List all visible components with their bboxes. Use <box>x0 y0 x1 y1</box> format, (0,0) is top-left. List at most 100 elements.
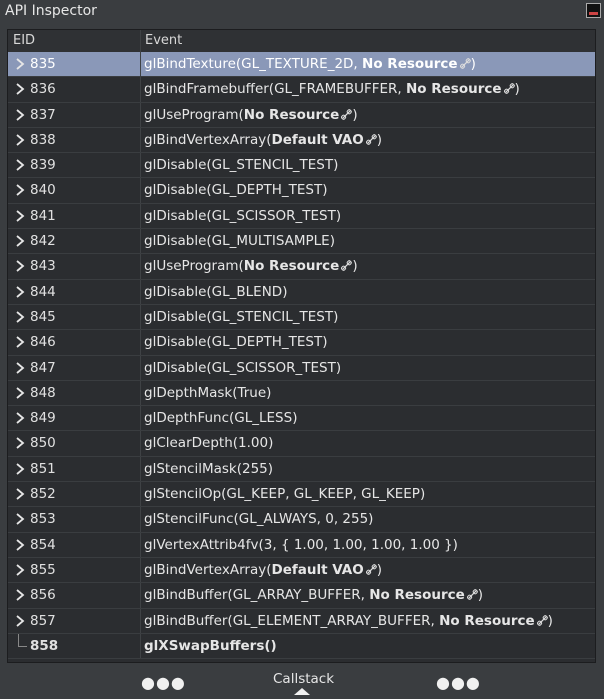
row-eid: 842 <box>30 233 56 250</box>
table-row[interactable]: 849 glDepthFunc(GL_LESS) <box>8 406 595 432</box>
row-event: glDisable(GL_STENCIL_TEST) <box>144 309 338 325</box>
table-row[interactable]: 853 glStencilFunc(GL_ALWAYS, 0, 255) <box>8 507 595 533</box>
row-eid: 847 <box>30 359 56 376</box>
table-row[interactable]: 851 glStencilMask(255) <box>8 456 595 483</box>
column-separator <box>140 203 141 229</box>
row-event: glUseProgram(No Resource) <box>144 258 358 274</box>
chevron-right-icon[interactable] <box>14 183 26 197</box>
chevron-right-icon[interactable] <box>14 108 26 122</box>
table-row[interactable]: 844 glDisable(GL_BLEND) <box>8 279 595 305</box>
table-row[interactable]: 840 glDisable(GL_DEPTH_TEST) <box>8 178 595 204</box>
link-icon[interactable] <box>459 57 471 69</box>
event-call-suffix: ) <box>352 258 358 275</box>
row-event: glDepthMask(True) <box>144 385 271 401</box>
chevron-right-icon[interactable] <box>14 285 26 299</box>
table-row[interactable]: 845 glDisable(GL_STENCIL_TEST) <box>8 304 595 331</box>
table-row[interactable]: 841 glDisable(GL_SCISSOR_TEST) <box>8 203 595 230</box>
table-row[interactable]: 850 glClearDepth(1.00) <box>8 431 595 457</box>
link-icon[interactable] <box>341 108 353 120</box>
chevron-right-icon[interactable] <box>14 234 26 248</box>
table-row[interactable]: 856 glBindBuffer(GL_ARRAY_BUFFER, No Reso… <box>8 583 595 609</box>
event-call-text: glDisable(GL_STENCIL_TEST) <box>144 308 339 325</box>
row-event: glUseProgram(No Resource) <box>144 107 358 123</box>
window-title: API Inspector <box>5 3 97 19</box>
left-splitter-handle-icon[interactable]: ●●● <box>141 673 186 692</box>
event-call-suffix: ) <box>352 106 358 123</box>
resource-name[interactable]: No Resource <box>244 107 340 123</box>
chevron-right-icon[interactable] <box>14 538 26 552</box>
table-row[interactable]: 852 glStencilOp(GL_KEEP, GL_KEEP, GL_KEEP… <box>8 482 595 508</box>
table-row[interactable]: 842 glDisable(GL_MULTISAMPLE) <box>8 229 595 255</box>
row-event: glStencilMask(255) <box>144 461 273 477</box>
chevron-right-icon[interactable] <box>14 462 26 476</box>
row-eid: 850 <box>30 435 56 452</box>
resource-name[interactable]: No Resource <box>362 56 458 72</box>
table-row[interactable]: 836 glBindFramebuffer(GL_FRAMEBUFFER, No … <box>8 77 595 103</box>
table-row[interactable]: 837 glUseProgram(No Resource) <box>8 102 595 128</box>
chevron-right-icon[interactable] <box>14 209 26 223</box>
link-icon[interactable] <box>365 133 377 145</box>
chevron-right-icon[interactable] <box>14 158 26 172</box>
event-table: EID Event 835 glBindTexture(GL_TEXTURE_2D… <box>7 29 596 663</box>
resource-name[interactable]: Default VAO <box>271 562 363 578</box>
event-call-text: glDisable(GL_STENCIL_TEST) <box>144 157 339 174</box>
table-row[interactable]: 848 glDepthMask(True) <box>8 380 595 407</box>
chevron-right-icon[interactable] <box>14 335 26 349</box>
event-call-suffix: ) <box>514 81 520 98</box>
chevron-right-icon[interactable] <box>14 133 26 147</box>
link-icon[interactable] <box>341 259 353 272</box>
column-divider[interactable] <box>140 30 141 52</box>
table-row[interactable]: 843 glUseProgram(No Resource) <box>8 254 595 280</box>
row-event: glDisable(GL_MULTISAMPLE) <box>144 233 335 249</box>
column-header-eid[interactable]: EID <box>13 33 35 48</box>
resource-name[interactable]: No Resource <box>406 81 502 97</box>
chevron-right-icon[interactable] <box>14 57 26 71</box>
link-icon[interactable] <box>466 588 478 601</box>
table-row[interactable]: 839 glDisable(GL_STENCIL_TEST) <box>8 153 595 179</box>
table-row[interactable]: 855 glBindVertexArray(Default VAO) <box>8 557 595 584</box>
table-row[interactable]: 847 glDisable(GL_SCISSOR_TEST) <box>8 355 595 381</box>
window-restore-icon[interactable] <box>586 3 601 18</box>
link-icon[interactable] <box>536 614 548 626</box>
table-row[interactable]: 854 glVertexAttrib4fv(3, { 1.00, 1.00, 1.… <box>8 532 595 558</box>
resource-name[interactable]: Default VAO <box>271 132 363 148</box>
event-call-text: glDisable(GL_MULTISAMPLE) <box>144 233 335 250</box>
resource-name[interactable]: No Resource <box>369 587 465 603</box>
row-event: glDisable(GL_DEPTH_TEST) <box>144 182 327 198</box>
link-icon[interactable] <box>503 82 515 95</box>
chevron-right-icon[interactable] <box>14 487 26 501</box>
chevron-right-icon[interactable] <box>14 411 26 425</box>
row-event: glDisable(GL_SCISSOR_TEST) <box>144 360 341 376</box>
event-call-text: glBindVertexArray( <box>144 131 272 148</box>
chevron-right-icon[interactable] <box>14 563 26 577</box>
column-header-event[interactable]: Event <box>145 33 182 48</box>
table-row[interactable]: 838 glBindVertexArray(Default VAO) <box>8 127 595 154</box>
chevron-right-icon[interactable] <box>14 614 26 628</box>
table-row[interactable]: 858 glXSwapBuffers() <box>8 633 595 660</box>
chevron-right-icon[interactable] <box>14 386 26 400</box>
right-splitter-handle-icon[interactable]: ●●● <box>436 673 481 692</box>
chevron-right-icon[interactable] <box>14 588 26 602</box>
chevron-right-icon[interactable] <box>14 361 26 375</box>
link-icon[interactable] <box>365 563 377 575</box>
column-separator <box>140 153 141 178</box>
event-call-text: glDisable(GL_SCISSOR_TEST) <box>144 207 342 224</box>
table-row[interactable]: 846 glDisable(GL_DEPTH_TEST) <box>8 330 595 356</box>
chevron-right-icon[interactable] <box>14 82 26 96</box>
caret-up-icon[interactable] <box>294 688 310 695</box>
row-event: glBindBuffer(GL_ARRAY_BUFFER, No Resourc… <box>144 587 483 603</box>
chevron-right-icon[interactable] <box>14 259 26 273</box>
event-call-suffix: ) <box>376 561 382 578</box>
table-row[interactable]: 835 glBindTexture(GL_TEXTURE_2D, No Resou… <box>8 52 595 78</box>
event-call-text: glStencilMask(255) <box>144 460 274 477</box>
resource-name[interactable]: No Resource <box>244 258 340 274</box>
chevron-right-icon[interactable] <box>14 512 26 526</box>
resource-name[interactable]: No Resource <box>439 613 535 629</box>
event-call-suffix: ) <box>376 131 382 148</box>
chevron-right-icon[interactable] <box>14 436 26 450</box>
title-bar[interactable]: API Inspector <box>0 0 604 24</box>
callstack-toggle-label[interactable]: Callstack <box>273 671 334 687</box>
table-row[interactable]: 857 glBindBuffer(GL_ELEMENT_ARRAY_BUFFER,… <box>8 608 595 634</box>
event-call-suffix: ) <box>477 587 484 604</box>
chevron-right-icon[interactable] <box>14 310 26 324</box>
